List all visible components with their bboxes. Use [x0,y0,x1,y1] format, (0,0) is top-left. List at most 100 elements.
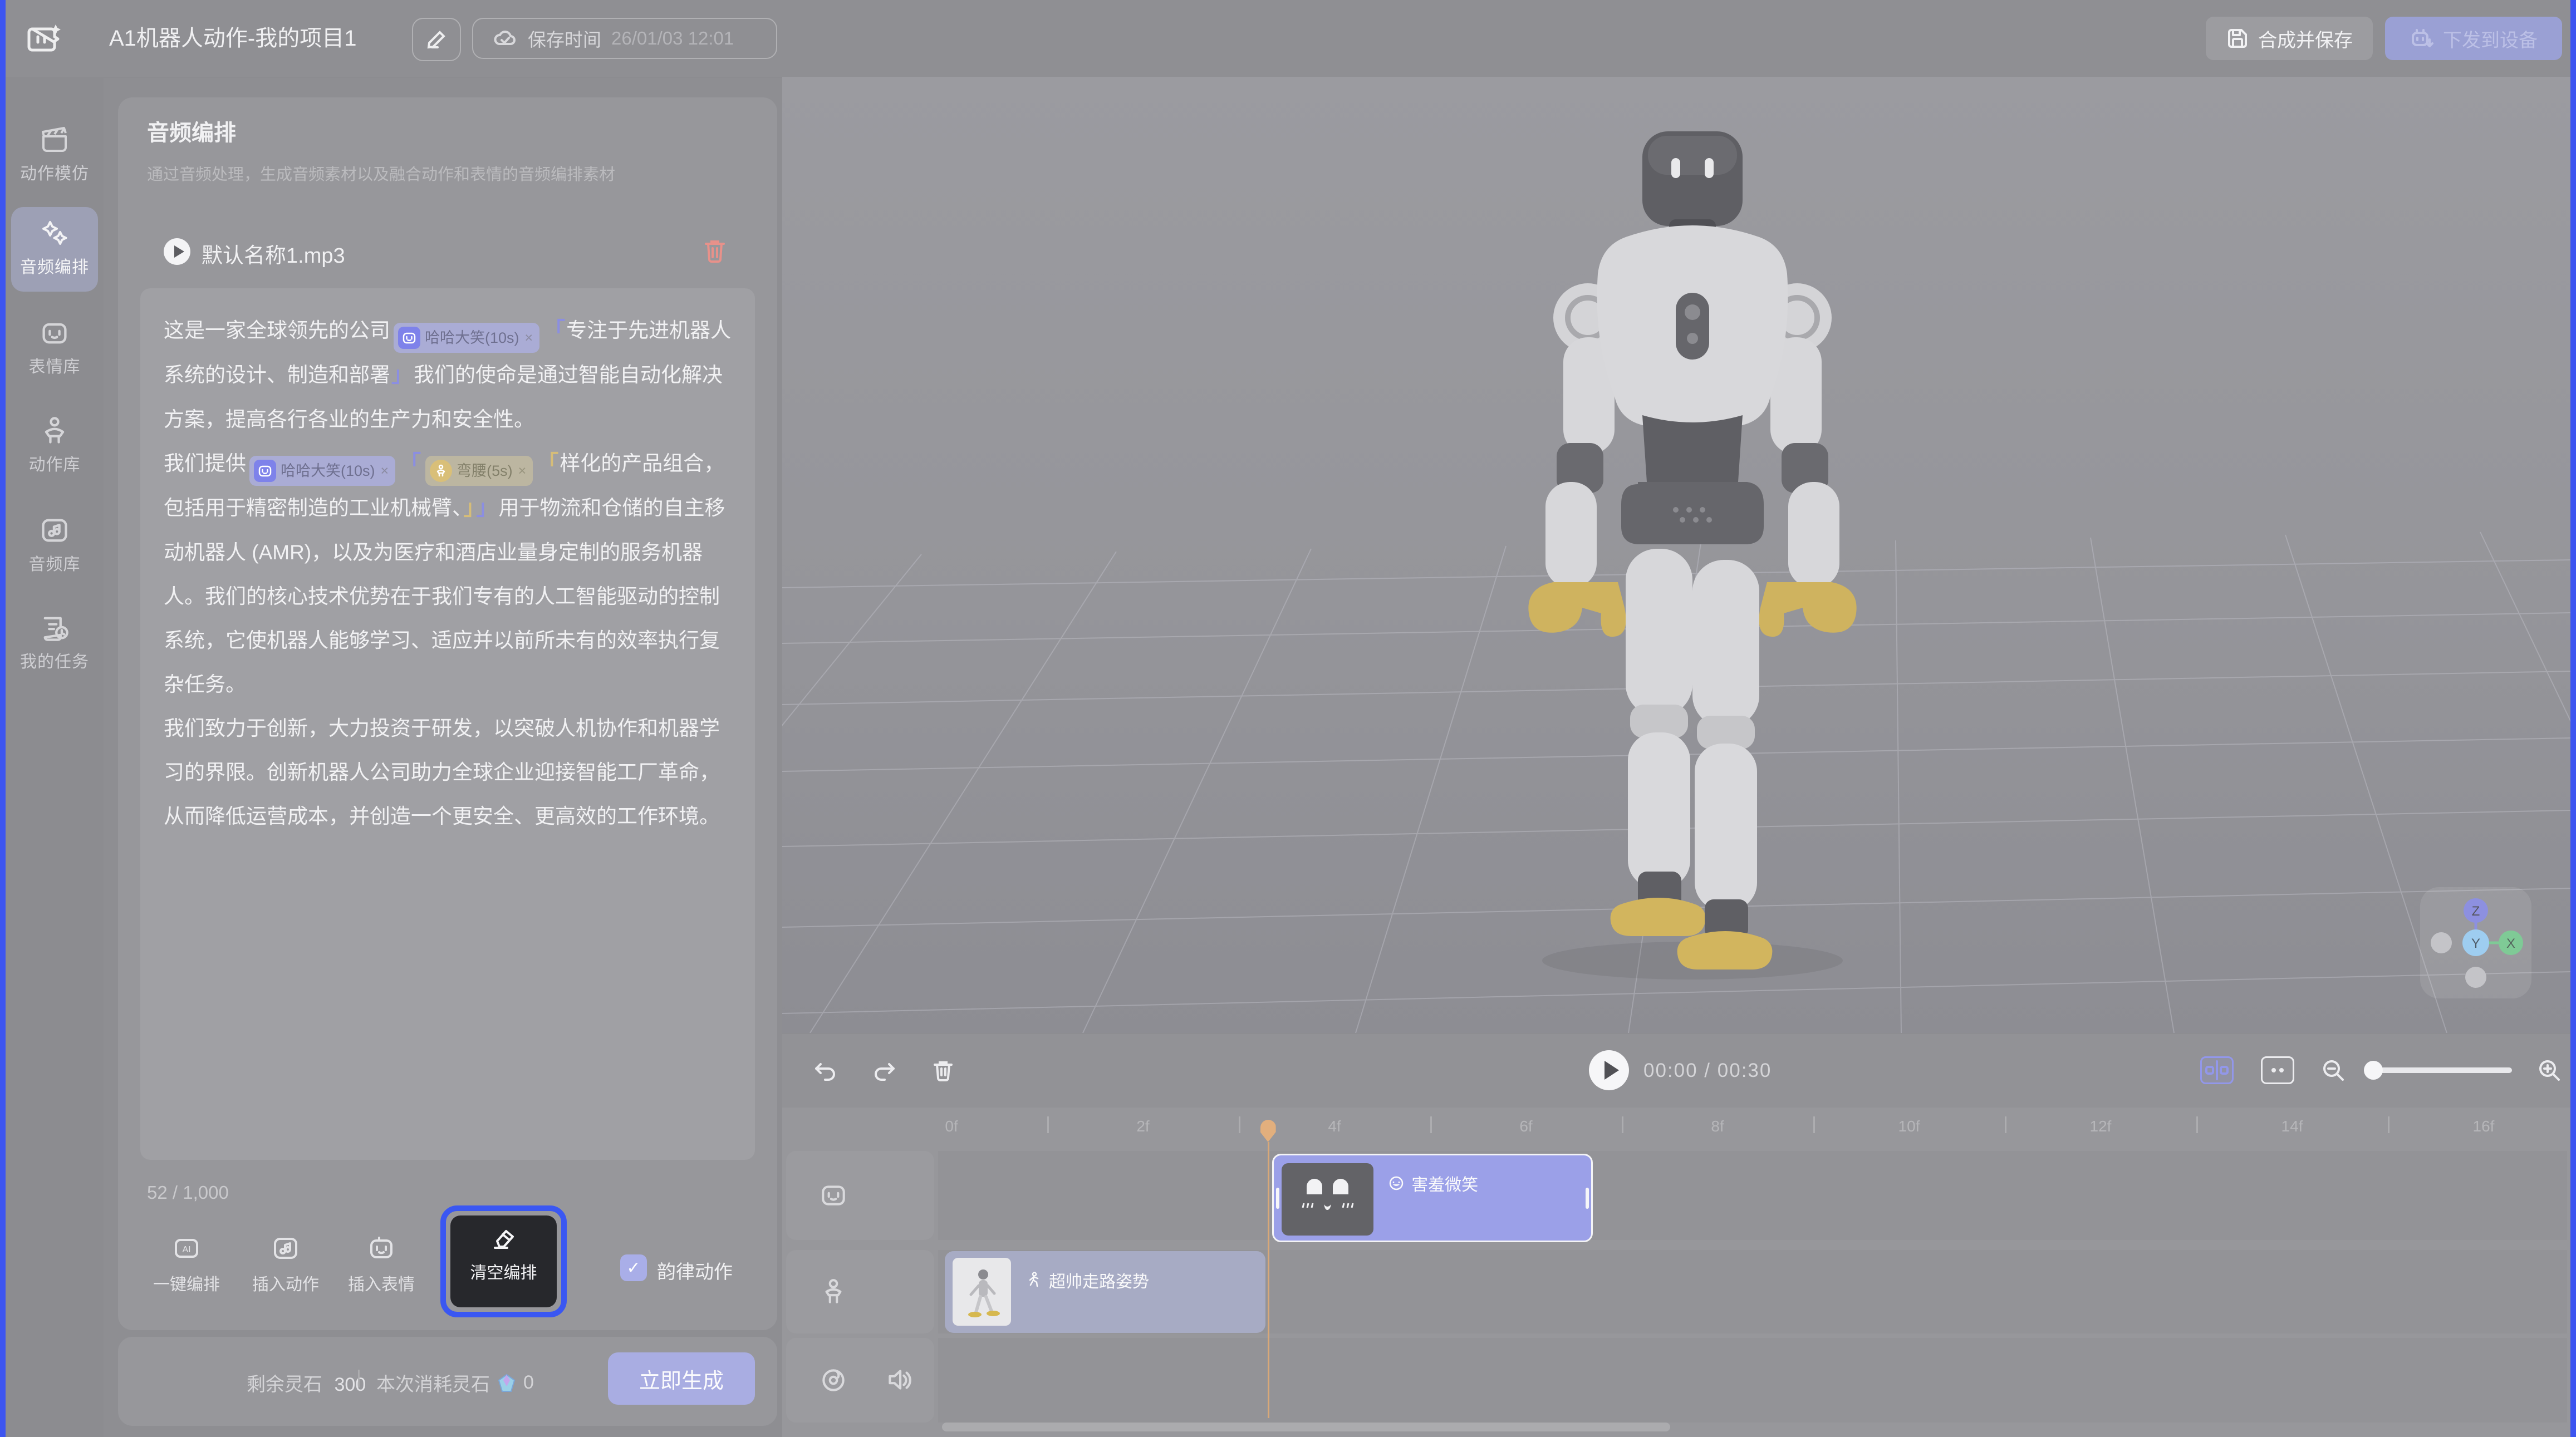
clear-eraser-icon [489,1224,518,1253]
insert-expression-button[interactable]: 插入表情 [340,1234,423,1295]
motion-clip[interactable]: 超帅走路姿势 [945,1251,1265,1333]
delete-clip-button[interactable] [930,1057,956,1083]
save-time-label: 保存时间 [528,25,601,52]
ruler-tick [2388,1116,2389,1133]
ruler-label: 12f [2090,1118,2112,1135]
cost-stones-value: 0 [523,1372,534,1394]
save-time-indicator: 保存时间 26/01/03 12:01 [472,18,777,59]
generate-now-button[interactable]: 立即生成 [608,1352,755,1405]
axis-gizmo[interactable]: Z X Y [2420,887,2531,998]
undo-button[interactable] [813,1057,838,1083]
ruler-label: 16f [2473,1118,2495,1135]
zoom-slider-knob[interactable] [2364,1061,2383,1080]
3d-viewport[interactable]: Z X Y [782,77,2570,1033]
clip-label: 超帅走路姿势 [1026,1268,1149,1292]
transcript-editor[interactable]: 这是一家全球领先的公司哈哈大笑(10s)×「专注于先进机器人系统的设计、制造和部… [140,288,755,1160]
gem-icon [497,1373,517,1393]
clapperboard-icon [39,124,70,155]
remove-tag-icon[interactable]: × [381,449,389,493]
deploy-to-device-button[interactable]: 下发到设备 [2385,17,2562,60]
panel-title: 音频编排 [147,115,236,147]
action-tag[interactable]: 弯腰(5s)× [425,456,533,486]
ruler-label: 4f [1328,1118,1341,1135]
task-doc-icon [39,612,70,643]
playhead-handle[interactable] [1260,1120,1276,1142]
sidebar-item-4[interactable]: 动作库 [6,415,104,475]
playhead-line [1268,1142,1269,1418]
project-title: A1机器人动作-我的项目1 [109,0,357,77]
save-time-value: 26/01/03 12:01 [611,28,734,49]
sidebar-item-3[interactable]: 表情库 [6,317,104,377]
zoom-out-button[interactable] [2320,1057,2346,1083]
remove-tag-icon[interactable]: × [518,449,527,493]
audio-lane[interactable] [938,1338,2567,1423]
ruler-tick [2196,1116,2198,1133]
ruler-tick [1813,1116,1815,1133]
clip-label: 害羞微笑 [1388,1171,1478,1195]
char-counter: 52 / 1,000 [147,1182,229,1203]
timeline-scrollbar[interactable] [942,1423,1670,1431]
sidebar-item-2[interactable]: 音频编排 [6,218,104,278]
insert-motion-button[interactable]: 插入动作 [244,1234,327,1295]
sidebar-item-label: 音频库 [6,550,104,575]
robot-face-icon [39,317,70,348]
robot-model [1442,126,1943,988]
motion-track-header [786,1250,934,1333]
audio-play-button[interactable] [164,238,190,265]
clip-trim-handle-left[interactable] [1276,1188,1279,1209]
redo-button[interactable] [871,1057,897,1083]
expression-clip[interactable]: 害羞微笑 [1272,1154,1593,1242]
ruler-tick [1622,1116,1623,1133]
remove-tag-icon[interactable]: × [525,316,533,360]
span-bracket: 「 [400,452,421,475]
clip-trim-handle-right[interactable] [1586,1188,1589,1209]
ruler-tick [1430,1116,1432,1133]
robot-download-icon [2410,26,2434,51]
one-click-arrange-button[interactable]: AI 一键编排 [145,1234,228,1295]
ruler-label: 6f [1519,1118,1532,1135]
ruler-tick [1047,1116,1049,1133]
app-logo-icon [27,20,63,57]
cost-stones: 本次消耗灵石 0 [376,1369,534,1396]
sidebar-item-1[interactable]: 动作模仿 [6,124,104,184]
sidebar-item-label: 我的任务 [6,648,104,672]
audio-file-name: 默认名称1.mp3 [202,238,345,269]
top-bar [6,0,2570,77]
play-button[interactable] [1589,1050,1629,1090]
audio-track-header [786,1338,934,1423]
merge-save-button[interactable]: 合成并保存 [2206,17,2373,60]
merge-save-label: 合成并保存 [2258,25,2353,52]
span-bracket: 「 [544,319,565,342]
footer-divider: | [356,1367,361,1389]
music-frame-icon [39,515,70,546]
rhythm-motion-checkbox[interactable]: ✓ [620,1254,647,1281]
snap-toggle-button[interactable] [2200,1056,2234,1084]
zoom-in-button[interactable] [2536,1057,2562,1083]
rhythm-motion-label: 韵律动作 [657,1257,733,1284]
ruler-tick [1239,1116,1240,1133]
ruler-label: 14f [2281,1118,2303,1135]
speaker-icon[interactable] [884,1365,914,1395]
clip-thumbnail [953,1258,1011,1326]
svg-text:X: X [2506,936,2515,951]
expression-tag[interactable]: 哈哈大笑(10s)× [394,323,539,353]
sidebar-item-label: 动作库 [6,451,104,475]
ruler-label: 8f [1711,1118,1724,1135]
rhythm-disc-icon [818,1365,848,1395]
clear-arrangement-button[interactable]: 清空编排 [450,1215,557,1307]
sidebar-item-6[interactable]: 我的任务 [6,612,104,672]
svg-text:Z: Z [2472,904,2480,919]
expression-lane[interactable] [938,1151,2567,1240]
fit-timeline-button[interactable] [2261,1056,2294,1084]
rename-button[interactable] [412,18,461,61]
zoom-slider[interactable] [2368,1067,2512,1073]
music-frame-icon [271,1234,300,1263]
sidebar-item-label: 动作模仿 [6,160,104,184]
clip-thumbnail [1282,1163,1373,1236]
person-icon [39,415,70,446]
delete-audio-button[interactable] [700,236,729,265]
span-bracket: 」 [391,363,413,387]
expression-tag[interactable]: 哈哈大笑(10s)× [249,456,395,486]
sidebar-item-5[interactable]: 音频库 [6,515,104,575]
cloud-saved-icon [492,26,518,51]
